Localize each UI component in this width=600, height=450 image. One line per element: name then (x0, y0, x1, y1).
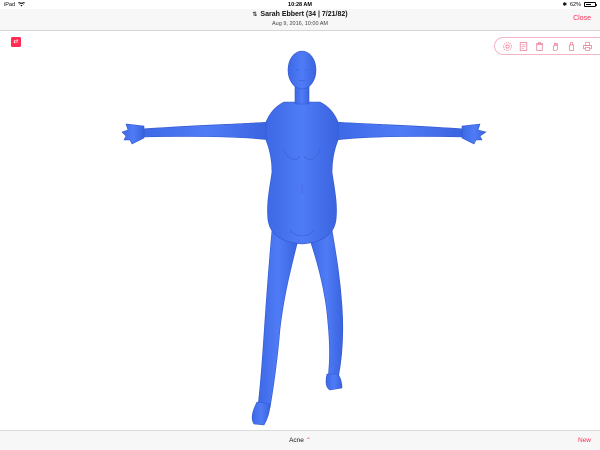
patient-title-row[interactable]: ⇅ Sarah Ebbert (34 | 7/21/82) (0, 11, 600, 18)
status-time: 10:28 AM (288, 1, 312, 8)
print-icon (583, 41, 593, 51)
condition-selector[interactable]: Acne ⌃ (0, 437, 600, 444)
settings-button[interactable] (501, 40, 514, 53)
status-bar: iPad 10:28 AM ✱ 62% (0, 0, 600, 9)
patient-title: Sarah Ebbert (34 | 7/21/82) (260, 11, 348, 18)
trash-icon (535, 41, 543, 51)
battery-icon (584, 2, 597, 7)
notes-icon (519, 41, 527, 51)
close-button[interactable]: Close (573, 15, 591, 22)
gender-toggle-button[interactable]: ⇄ (11, 37, 21, 47)
condition-label: Acne (289, 437, 304, 444)
status-right: ✱ 62% (562, 1, 597, 8)
left-arm (141, 121, 271, 141)
visit-datetime: Aug 9, 2016, 10:00 AM (272, 21, 328, 27)
body-model-figure[interactable] (120, 44, 490, 430)
swap-icon: ⇄ (13, 39, 19, 45)
notes-button[interactable] (517, 40, 530, 53)
chevron-up-icon: ⌃ (305, 438, 311, 444)
right-hand (461, 123, 487, 145)
print-button[interactable] (581, 40, 594, 53)
right-arm (335, 121, 465, 141)
left-hand (121, 123, 145, 145)
right-foot (325, 373, 343, 391)
left-foot (251, 401, 271, 426)
right-leg (309, 229, 344, 380)
bluetooth-icon: ✱ (562, 1, 567, 8)
new-button[interactable]: New (578, 437, 591, 444)
tool-palette (494, 37, 600, 55)
gear-icon (502, 41, 512, 51)
swap-vertical-icon: ⇅ (252, 12, 258, 18)
products-button[interactable] (565, 40, 578, 53)
delete-button[interactable] (533, 40, 546, 53)
torso (265, 101, 339, 245)
hand-icon (553, 42, 559, 51)
treatment-button[interactable] (549, 40, 562, 53)
battery-percent: 62% (569, 1, 581, 8)
head (287, 50, 317, 90)
bottom-bar: Acne ⌃ New (0, 430, 600, 450)
left-leg (257, 229, 299, 409)
bottle-icon (569, 41, 575, 51)
nav-bar: ⇅ Sarah Ebbert (34 | 7/21/82) Aug 9, 201… (0, 9, 600, 31)
